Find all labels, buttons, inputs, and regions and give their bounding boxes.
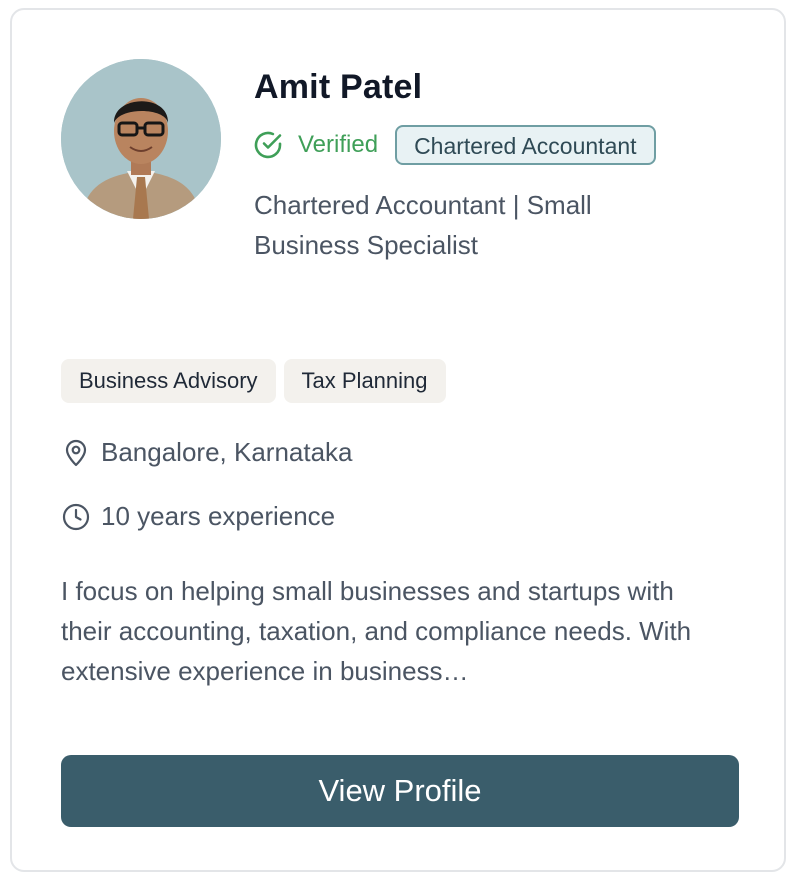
profile-card: Amit Patel Verified Chartered Accountant… <box>10 8 786 872</box>
role-badge: Chartered Accountant <box>395 125 656 165</box>
tag-business-advisory: Business Advisory <box>61 359 276 403</box>
experience-text: 10 years experience <box>101 501 336 531</box>
tag-tax-planning: Tax Planning <box>283 359 446 403</box>
clock-icon <box>61 502 91 532</box>
profile-headline: Chartered Accountant | Small Business Sp… <box>254 190 592 260</box>
avatar <box>61 59 221 219</box>
experience-row: 10 years experience <box>61 501 335 532</box>
verified-label: Verified <box>298 131 379 158</box>
map-pin-icon <box>61 438 91 468</box>
avatar-photo <box>61 59 221 219</box>
verification-row: Verified Chartered Accountant <box>252 123 656 167</box>
location-text: Bangalore, Karnataka <box>101 437 353 467</box>
profile-bio: I focus on helping small businesses and … <box>61 576 692 686</box>
location-row: Bangalore, Karnataka <box>61 437 353 468</box>
profile-name: Amit Patel <box>254 68 423 106</box>
view-profile-button[interactable]: View Profile <box>61 755 739 827</box>
specialty-tags: Business Advisory Tax Planning <box>61 359 446 403</box>
check-circle-icon <box>252 129 284 161</box>
